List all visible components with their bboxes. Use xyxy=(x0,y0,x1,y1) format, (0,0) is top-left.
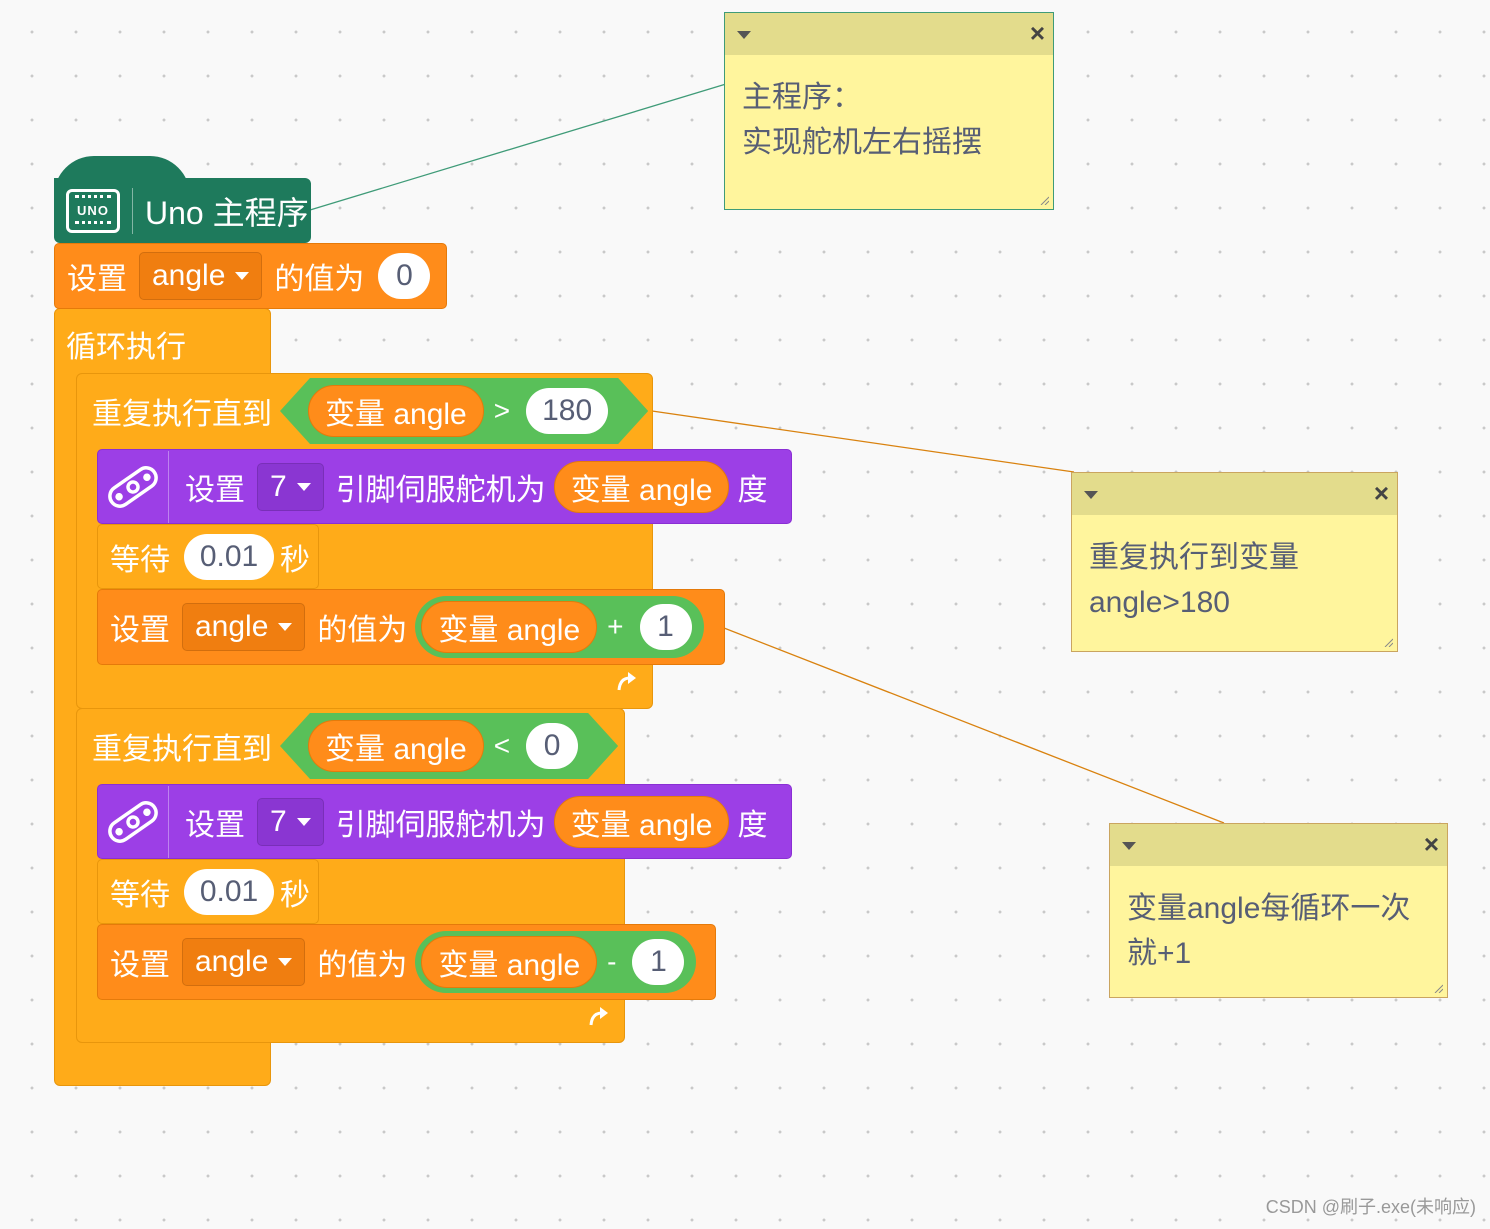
note-header[interactable]: × xyxy=(1110,824,1447,866)
repeat1-servo-unit: 度 xyxy=(737,473,768,507)
repeat2-header[interactable]: 重复执行直到 变量 angle < 0 xyxy=(76,709,618,783)
watermark: CSDN @刷子.exe(未响应) xyxy=(1265,1197,1476,1217)
forever-label: 循环执行 xyxy=(66,331,186,364)
servo-icon xyxy=(98,785,169,858)
repeat1-wait-unit: 秒 xyxy=(280,543,310,577)
note-text[interactable]: 变量angle每循环一次 就+1 xyxy=(1110,866,1447,976)
chevron-down-icon xyxy=(296,817,311,826)
repeat1-operand-input[interactable]: 180 xyxy=(526,388,608,434)
repeat1-servo-pin-dropdown[interactable]: 7 xyxy=(257,462,324,511)
repeat1-operator: > xyxy=(493,395,511,426)
repeat1-update-operand-input[interactable]: 1 xyxy=(639,604,692,650)
repeat1-servo-block[interactable]: 设置 7 引脚伺服舵机为 变量 angle 度 xyxy=(97,449,792,524)
repeat2-operator: < xyxy=(493,730,511,761)
close-icon[interactable]: × xyxy=(1030,19,1045,47)
hat-label: Uno 主程序 xyxy=(145,194,309,231)
repeat2-servo-unit: 度 xyxy=(737,808,768,842)
repeat2-wait-unit: 秒 xyxy=(280,878,310,912)
chevron-down-icon xyxy=(235,272,250,280)
repeat2-update-block[interactable]: 设置 angle 的值为 变量 angle - 1 xyxy=(97,924,716,1000)
connector-increment-note xyxy=(723,627,1225,824)
repeat1-update-block[interactable]: 设置 angle 的值为 变量 angle + 1 xyxy=(97,589,725,665)
chevron-down-icon xyxy=(296,482,311,491)
note-text[interactable]: 主程序： 实现舵机左右摇摆 xyxy=(725,55,1053,165)
repeat2-update-var-dropdown[interactable]: angle xyxy=(182,938,306,986)
repeat1-wait-block[interactable]: 等待 0.01 秒 xyxy=(97,524,319,589)
chevron-down-icon xyxy=(278,623,293,631)
repeat1-label: 重复执行直到 xyxy=(92,398,272,431)
uno-main-hat-block[interactable]: UNO Uno 主程序 xyxy=(54,178,311,243)
comment-note-main[interactable]: × 主程序： 实现舵机左右摇摆 xyxy=(724,12,1054,210)
repeat2-servo-set-label: 设置 xyxy=(185,808,245,842)
connector-main-note xyxy=(309,83,727,211)
note-header[interactable]: × xyxy=(725,13,1053,55)
chevron-down-icon xyxy=(278,958,293,966)
close-icon[interactable]: × xyxy=(1424,830,1439,858)
init-var-dropdown[interactable]: angle xyxy=(139,252,263,300)
repeat1-update-expression[interactable]: 变量 angle + 1 xyxy=(415,596,704,658)
close-icon[interactable]: × xyxy=(1374,479,1389,507)
hat-separator xyxy=(132,187,133,234)
repeat2-update-set-label: 设置 xyxy=(110,949,170,982)
note-header[interactable]: × xyxy=(1072,473,1397,515)
init-value-input[interactable]: 0 xyxy=(378,253,431,299)
repeat1-update-operator: + xyxy=(607,611,624,642)
resize-grip-icon[interactable] xyxy=(1039,195,1049,205)
repeat1-update-variable[interactable]: 变量 angle xyxy=(421,601,598,653)
collapse-triangle-icon[interactable] xyxy=(737,31,751,39)
repeat2-operand-input[interactable]: 0 xyxy=(526,723,578,769)
repeat2-label: 重复执行直到 xyxy=(92,733,272,766)
repeat2-update-operand-input[interactable]: 1 xyxy=(632,939,685,985)
loop-arrow-icon xyxy=(586,1005,612,1038)
repeat1-wait-input[interactable]: 0.01 xyxy=(184,533,274,580)
repeat1-condition[interactable]: 变量 angle > 180 xyxy=(280,378,648,444)
repeat2-wait-label: 等待 xyxy=(110,878,170,912)
repeat2-cond-variable[interactable]: 变量 angle xyxy=(308,720,484,772)
repeat2-update-operator: - xyxy=(607,946,617,977)
repeat2-update-variable[interactable]: 变量 angle xyxy=(421,936,598,988)
repeat2-update-expression[interactable]: 变量 angle - 1 xyxy=(415,931,697,993)
resize-grip-icon[interactable] xyxy=(1383,637,1393,647)
repeat1-servo-value-variable[interactable]: 变量 angle xyxy=(553,460,730,513)
uno-board-icon: UNO xyxy=(66,188,120,233)
repeat1-update-value-label: 的值为 xyxy=(317,614,408,647)
comment-note-increment[interactable]: × 变量angle每循环一次 就+1 xyxy=(1109,823,1448,998)
collapse-triangle-icon[interactable] xyxy=(1084,491,1098,499)
repeat1-update-set-label: 设置 xyxy=(110,614,170,647)
comment-note-repeat[interactable]: × 重复执行到变量 angle>180 xyxy=(1071,472,1398,652)
repeat2-wait-block[interactable]: 等待 0.01 秒 xyxy=(97,859,319,924)
init-value-label: 的值为 xyxy=(274,263,365,296)
note-text[interactable]: 重复执行到变量 angle>180 xyxy=(1072,515,1397,625)
init-set-label: 设置 xyxy=(67,263,127,296)
repeat1-header[interactable]: 重复执行直到 变量 angle > 180 xyxy=(76,374,648,448)
repeat2-wait-input[interactable]: 0.01 xyxy=(184,868,274,915)
collapse-triangle-icon[interactable] xyxy=(1122,842,1136,850)
repeat2-servo-pin-dropdown[interactable]: 7 xyxy=(257,797,324,846)
loop-arrow-icon xyxy=(614,670,640,703)
repeat2-servo-block[interactable]: 设置 7 引脚伺服舵机为 变量 angle 度 xyxy=(97,784,792,859)
servo-icon xyxy=(98,450,169,523)
repeat1-cond-variable[interactable]: 变量 angle xyxy=(308,385,484,437)
repeat2-condition[interactable]: 变量 angle < 0 xyxy=(280,713,618,779)
resize-grip-icon[interactable] xyxy=(1433,983,1443,993)
repeat1-wait-label: 等待 xyxy=(110,543,170,577)
repeat2-update-value-label: 的值为 xyxy=(317,949,408,982)
repeat1-servo-mid-label: 引脚伺服舵机为 xyxy=(335,473,546,507)
init-set-block[interactable]: 设置 angle 的值为 0 xyxy=(54,243,447,309)
repeat2-servo-mid-label: 引脚伺服舵机为 xyxy=(335,808,546,842)
repeat2-servo-value-variable[interactable]: 变量 angle xyxy=(553,795,730,848)
repeat1-update-var-dropdown[interactable]: angle xyxy=(182,603,306,651)
repeat1-servo-set-label: 设置 xyxy=(185,473,245,507)
